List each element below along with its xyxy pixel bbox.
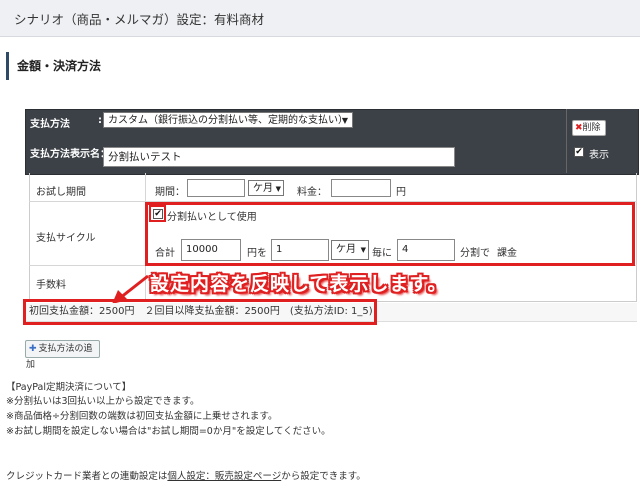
- footer-text: クレジットカード業者との連動設定は個人設定：販売設定ページから設定できます。: [6, 468, 366, 482]
- close-icon: ✖: [575, 123, 583, 133]
- footer-suffix: から設定できます。: [281, 471, 366, 482]
- split-label: 分割で: [460, 248, 490, 259]
- interval-input[interactable]: 1: [271, 239, 329, 261]
- footer-prefix: クレジットカード業者との連動設定は: [6, 471, 168, 482]
- yen-wo-label: 円を: [247, 248, 267, 259]
- payment-actions-panel: [566, 109, 638, 173]
- note-line: ※お試し期間を設定しない場合は"お試し期間=0か月"を設定してください。: [6, 426, 331, 437]
- chevron-down-icon: ▼: [360, 246, 366, 254]
- installment-checkbox[interactable]: ✔: [153, 209, 163, 219]
- note-line: ※商品価格÷分割回数の端数は初回支払金額に上乗せされます。: [6, 411, 278, 422]
- every-label: 毎に: [372, 248, 392, 259]
- count-input[interactable]: 4: [397, 239, 455, 261]
- trial-period-label: 期間：: [155, 187, 185, 198]
- payment-method-select-value: カスタム（銀行振込の分割払い等、定期的な支払い）: [108, 115, 348, 126]
- payment-method-label: 支払方法: [30, 119, 70, 130]
- trial-fee-label: 料金：: [297, 187, 327, 198]
- total-input[interactable]: 10000: [181, 239, 241, 261]
- cycle-label: 支払サイクル: [36, 233, 96, 244]
- trial-unit-value: ケ月: [253, 183, 273, 194]
- trial-fee-input[interactable]: [331, 179, 391, 197]
- plus-icon: ✚: [29, 344, 37, 354]
- trial-label: お試し期間: [36, 187, 86, 198]
- sales-settings-link[interactable]: 個人設定：販売設定ページ: [167, 471, 281, 482]
- trial-unit-select[interactable]: ケ月 ▼: [248, 180, 284, 196]
- add-payment-method-button[interactable]: ✚ 支払方法の追加: [25, 340, 100, 370]
- interval-unit-select[interactable]: ケ月 ▼: [331, 240, 369, 260]
- display-name-label: 支払方法表示名：: [30, 149, 110, 160]
- trial-period-input[interactable]: [187, 179, 245, 197]
- show-checkbox[interactable]: ✔: [574, 147, 584, 157]
- charge-label: 課金: [497, 248, 517, 259]
- note-line: ※分割払いは3回払い以上から設定できます。: [6, 396, 200, 407]
- chevron-down-icon: ▼: [275, 185, 281, 193]
- installment-use-label: 分割払いとして使用: [167, 212, 257, 223]
- payment-method-select[interactable]: カスタム（銀行振込の分割払い等、定期的な支払い） ▼: [103, 112, 353, 128]
- summary-highlight-box: [23, 299, 377, 325]
- fee-label: 手数料: [36, 280, 66, 291]
- notes-heading: 【PayPal定期決済について】: [6, 382, 132, 393]
- delete-button[interactable]: ✖削除: [572, 120, 606, 136]
- chevron-down-icon: ▼: [341, 116, 348, 125]
- page-header: シナリオ（商品・メルマガ）設定：有料商材: [0, 0, 640, 37]
- section-title: 金額・決済方法: [6, 52, 101, 80]
- interval-unit-value: ケ月: [336, 244, 356, 255]
- total-label: 合計: [155, 248, 175, 259]
- show-label: 表示: [589, 150, 609, 161]
- callout-text: 設定内容を反映して表示します。: [150, 273, 448, 295]
- payment-method-colon: :: [98, 115, 102, 126]
- trial-fee-unit: 円: [396, 187, 406, 198]
- delete-button-label: 削除: [582, 123, 601, 133]
- page-title: シナリオ（商品・メルマガ）設定：有料商材: [14, 12, 265, 27]
- display-name-input[interactable]: 分割払いテスト: [103, 147, 455, 167]
